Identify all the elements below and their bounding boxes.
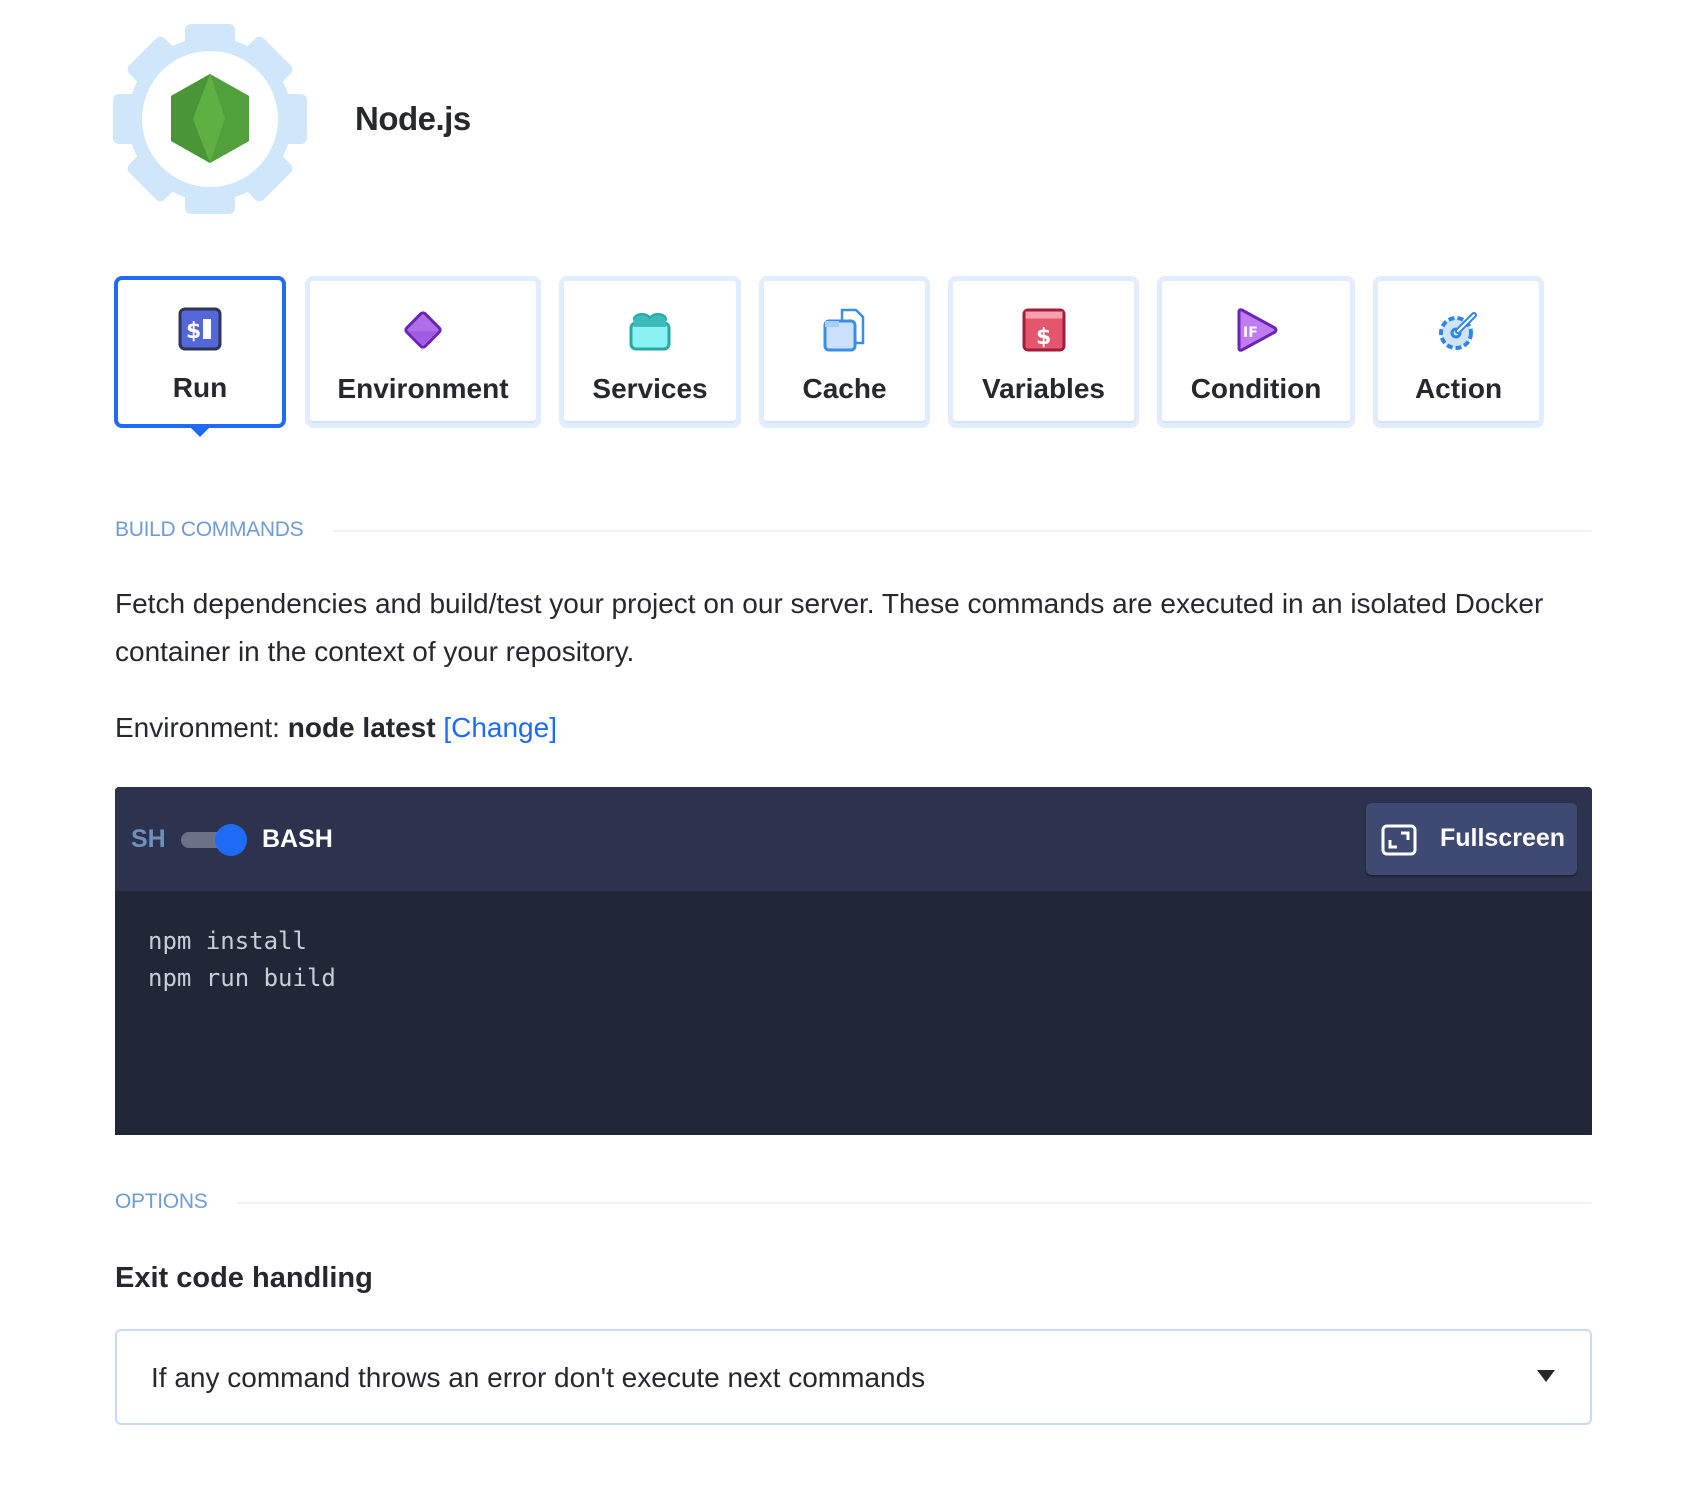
build-commands-section-header: BUILD COMMANDS <box>115 518 1592 542</box>
environment-line: Environment: node latest [Change] <box>115 712 557 744</box>
svg-text:IF: IF <box>1243 325 1258 341</box>
environment-prefix: Environment: <box>115 712 288 743</box>
tab-label: Variables <box>982 373 1105 404</box>
terminal-dollar-icon: $ <box>177 306 223 352</box>
tab-label: Action <box>1414 373 1503 404</box>
tab-label: Cache <box>802 373 887 404</box>
lego-brick-icon <box>627 307 673 353</box>
tab-condition[interactable]: IF Condition <box>1157 276 1355 428</box>
environment-value: node latest <box>287 712 436 743</box>
tab-label: Environment <box>337 373 509 404</box>
section-title: BUILD COMMANDS <box>115 518 334 542</box>
tab-cache[interactable]: Cache <box>759 276 930 428</box>
svg-text:$: $ <box>1036 325 1051 350</box>
tab-services[interactable]: Services <box>559 276 741 428</box>
fullscreen-button[interactable]: Fullscreen <box>1366 803 1577 875</box>
section-divider <box>115 530 1592 532</box>
tab-variables[interactable]: $ Variables <box>948 276 1139 428</box>
tab-label: Condition <box>1190 373 1322 404</box>
shell-toggle[interactable] <box>181 824 247 856</box>
options-section-header: OPTIONS <box>115 1190 1592 1214</box>
purple-diamond-icon <box>400 307 446 353</box>
exit-code-handling-label: Exit code handling <box>115 1262 373 1294</box>
fullscreen-label: Fullscreen <box>1440 824 1566 852</box>
dollar-window-icon: $ <box>1021 307 1067 353</box>
page-title: Node.js <box>355 100 471 137</box>
fullscreen-icon <box>1381 824 1417 856</box>
toggle-knob <box>215 824 247 856</box>
select-value: If any command throws an error don't exe… <box>151 1362 926 1393</box>
change-environment-link[interactable]: [Change] <box>443 712 557 743</box>
svg-text:$: $ <box>186 319 201 344</box>
folder-file-icon <box>822 307 868 353</box>
build-commands-description: Fetch dependencies and build/test your p… <box>115 588 1544 667</box>
tab-action[interactable]: Action <box>1373 276 1544 428</box>
tab-environment[interactable]: Environment <box>305 276 541 428</box>
section-title: OPTIONS <box>115 1190 238 1214</box>
code-textarea[interactable]: npm install npm run build <box>148 923 1572 1125</box>
exit-code-handling-select[interactable]: If any command throws an error don't exe… <box>115 1329 1592 1425</box>
tab-run[interactable]: $ Run <box>114 276 286 437</box>
editor-toolbar: SH BASH Fullscreen <box>115 787 1592 891</box>
tab-label: Services <box>592 373 708 404</box>
caret-down-icon <box>1537 1370 1555 1382</box>
wrench-gear-icon <box>1436 307 1482 353</box>
tab-label: Run <box>172 372 228 403</box>
nodejs-logo-icon <box>113 24 307 214</box>
code-editor: SH BASH Fullscreen npm install npm run b… <box>115 787 1592 1135</box>
section-divider <box>115 1202 1592 1204</box>
if-play-icon: IF <box>1233 307 1279 353</box>
shell-sh-label: SH <box>131 825 166 853</box>
shell-bash-label: BASH <box>262 825 333 853</box>
